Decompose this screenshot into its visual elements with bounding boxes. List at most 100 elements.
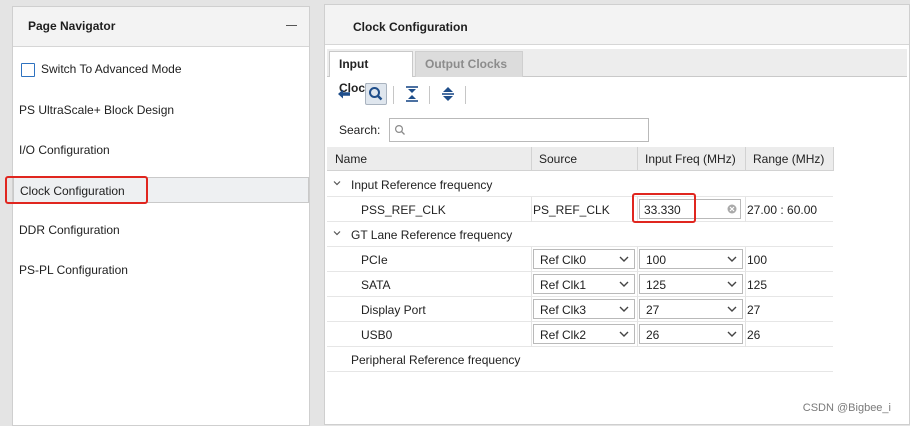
search-label: Search:	[339, 123, 381, 137]
input-freq-value: 33.330	[644, 203, 681, 217]
column-divider	[637, 297, 638, 322]
input-freq-select[interactable]: 27	[639, 299, 743, 319]
page-navigator-header: Page Navigator	[13, 7, 309, 47]
group-label: Input Reference frequency	[351, 178, 493, 192]
column-divider	[637, 247, 638, 272]
collapse-all-icon[interactable]	[401, 83, 423, 105]
tab-input-clocks[interactable]: Input Clocks	[329, 51, 413, 95]
chevron-down-icon	[619, 256, 629, 262]
column-divider	[745, 272, 746, 297]
source-select[interactable]: Ref Clk1	[533, 274, 635, 294]
input-freq-select[interactable]: 100	[639, 249, 743, 269]
column-separator[interactable]	[531, 147, 532, 171]
column-separator	[833, 147, 834, 171]
chevron-down-icon[interactable]	[333, 229, 341, 237]
source-value: Ref Clk2	[540, 328, 587, 342]
chevron-down-icon	[727, 256, 737, 262]
input-freq-select[interactable]: 125	[639, 274, 743, 294]
page-navigator-panel: Page Navigator Switch To Advanced Mode P…	[5, 6, 310, 426]
nav-item-io-configuration[interactable]: I/O Configuration	[13, 137, 309, 163]
column-divider	[531, 272, 532, 297]
table-header: Name Source Input Freq (MHz) Range (MHz)	[327, 147, 834, 171]
column-divider	[531, 322, 532, 347]
back-arrow-icon[interactable]	[333, 83, 355, 105]
tab-bar: Input Clocks Output Clocks	[327, 49, 907, 95]
table-row[interactable]: USB0 Ref Clk2 26 26	[327, 322, 833, 347]
column-divider	[745, 247, 746, 272]
nav-item-label: PS UltraScale+ Block Design	[19, 103, 175, 117]
column-divider	[531, 247, 532, 272]
clock-configuration-header: Clock Configuration	[325, 5, 909, 45]
nav-item-ps-ultrascale-block-design[interactable]: PS UltraScale+ Block Design	[13, 97, 309, 123]
chevron-down-icon	[619, 306, 629, 312]
advanced-mode-label[interactable]: Switch To Advanced Mode	[41, 62, 182, 76]
chevron-down-icon	[619, 331, 629, 337]
table-row[interactable]: PSS_REF_CLK PS_REF_CLK 33.330 27.00 : 60…	[327, 193, 833, 223]
input-freq-select[interactable]: 26	[639, 324, 743, 344]
toolbar	[331, 83, 891, 109]
row-source: PS_REF_CLK	[533, 203, 610, 217]
nav-item-clock-configuration[interactable]: Clock Configuration	[5, 176, 309, 204]
search-input[interactable]	[389, 118, 649, 142]
tab-output-clocks[interactable]: Output Clocks	[415, 51, 523, 77]
group-label: GT Lane Reference frequency	[351, 228, 513, 242]
column-divider	[745, 322, 746, 347]
advanced-mode-checkbox[interactable]	[21, 63, 35, 77]
row-range: 125	[747, 278, 768, 292]
row-range: 100	[747, 253, 768, 267]
input-freq-field[interactable]: 33.330	[639, 199, 741, 219]
table-row[interactable]: Display Port Ref Clk3 27 27	[327, 297, 833, 322]
row-name: SATA	[361, 278, 391, 292]
table-group-row[interactable]: GT Lane Reference frequency	[327, 222, 833, 247]
row-range: 27	[747, 303, 761, 317]
column-header-name[interactable]: Name	[335, 152, 367, 166]
chevron-down-icon	[727, 281, 737, 287]
chevron-down-icon[interactable]	[333, 179, 341, 187]
nav-item-ddr-configuration[interactable]: DDR Configuration	[13, 217, 309, 243]
clock-configuration-title: Clock Configuration	[353, 20, 468, 34]
nav-item-label: I/O Configuration	[19, 143, 110, 157]
row-range: 26	[747, 328, 761, 342]
table-row[interactable]: PCIe Ref Clk0 100 100	[327, 247, 833, 272]
source-value: Ref Clk0	[540, 253, 587, 267]
clear-icon[interactable]	[727, 204, 737, 214]
input-freq-value: 125	[646, 278, 667, 292]
search-field-icon	[394, 124, 405, 135]
chevron-down-icon	[727, 331, 737, 337]
column-header-source[interactable]: Source	[539, 152, 577, 166]
expand-all-icon[interactable]	[437, 83, 459, 105]
nav-item-ps-pl-configuration[interactable]: PS-PL Configuration	[13, 257, 309, 283]
search-icon[interactable]	[365, 83, 387, 105]
toolbar-separator	[429, 86, 430, 104]
column-header-input-freq[interactable]: Input Freq (MHz)	[645, 152, 736, 166]
source-select[interactable]: Ref Clk3	[533, 299, 635, 319]
input-freq-value: 26	[646, 328, 660, 342]
row-range: 27.00 : 60.00	[747, 203, 818, 217]
group-label: Peripheral Reference frequency	[351, 353, 521, 367]
column-divider	[637, 272, 638, 297]
column-divider	[637, 322, 638, 347]
column-separator[interactable]	[637, 147, 638, 171]
column-separator[interactable]	[745, 147, 746, 171]
chevron-down-icon	[619, 281, 629, 287]
input-freq-value: 100	[646, 253, 667, 267]
table-row[interactable]: SATA Ref Clk1 125 125	[327, 272, 833, 297]
toolbar-separator	[465, 86, 466, 104]
chevron-down-icon	[727, 306, 737, 312]
nav-item-label: PS-PL Configuration	[19, 263, 128, 277]
page-navigator-title: Page Navigator	[28, 19, 116, 33]
row-name: PSS_REF_CLK	[361, 203, 446, 217]
table-group-row[interactable]: Peripheral Reference frequency	[327, 347, 833, 372]
row-name: USB0	[361, 328, 393, 342]
column-header-range[interactable]: Range (MHz)	[753, 152, 824, 166]
table-group-row[interactable]: Input Reference frequency	[327, 172, 833, 197]
source-select[interactable]: Ref Clk2	[533, 324, 635, 344]
clock-configuration-panel: Clock Configuration Input Clocks Output …	[324, 4, 910, 425]
column-divider	[531, 297, 532, 322]
column-divider	[745, 297, 746, 322]
source-select[interactable]: Ref Clk0	[533, 249, 635, 269]
row-name: PCIe	[361, 253, 388, 267]
row-name: Display Port	[361, 303, 426, 317]
column-divider	[531, 197, 532, 222]
minimize-icon[interactable]	[285, 19, 299, 33]
